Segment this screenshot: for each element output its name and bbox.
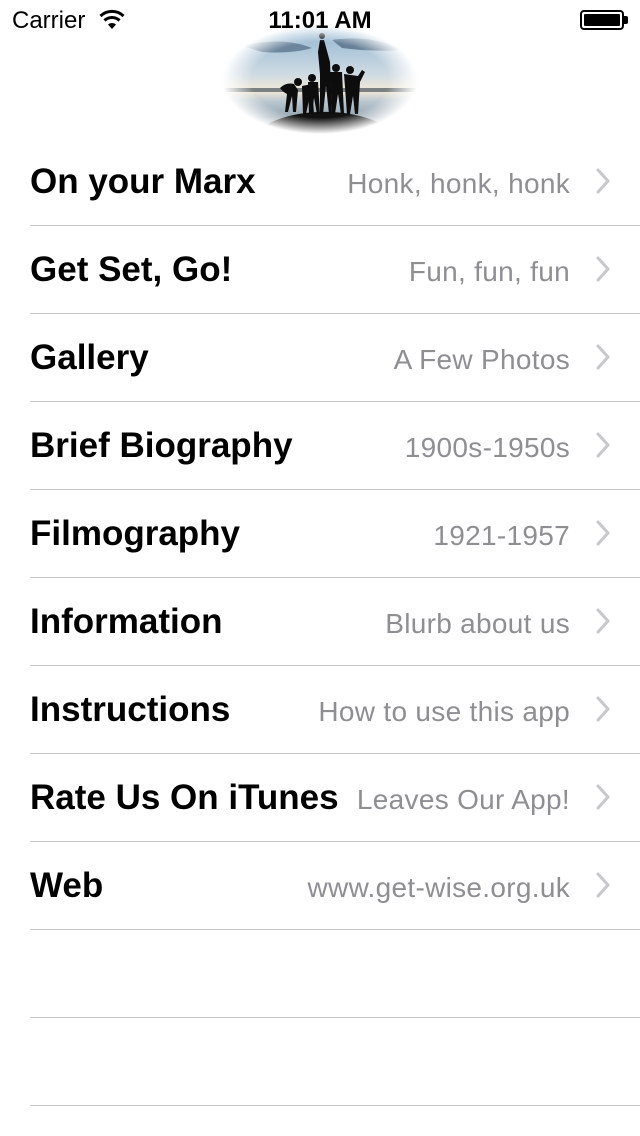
menu-item-detail: 1921-1957 (433, 520, 570, 551)
menu-item-detail: How to use this app (318, 696, 570, 727)
menu-item-information[interactable]: Information Blurb about us (0, 578, 640, 666)
chevron-right-icon (596, 344, 610, 370)
menu-item-title: Brief Biography (30, 426, 293, 465)
empty-table-row (0, 930, 640, 1018)
chevron-right-icon (596, 872, 610, 898)
menu-item-detail: www.get-wise.org.uk (307, 872, 570, 903)
menu-item-title: Instructions (30, 690, 231, 729)
chevron-right-icon (596, 784, 610, 810)
menu-list: On your Marx Honk, honk, honk Get Set, G… (0, 138, 640, 1106)
menu-item-filmography[interactable]: Filmography 1921-1957 (0, 490, 640, 578)
menu-item-rate-us[interactable]: Rate Us On iTunes Leaves Our App! (0, 754, 640, 842)
menu-item-title: Filmography (30, 514, 241, 553)
menu-item-detail: Blurb about us (385, 608, 570, 639)
empty-table-row (0, 1018, 640, 1106)
menu-item-brief-biography[interactable]: Brief Biography 1900s-1950s (0, 402, 640, 490)
menu-item-detail: 1900s-1950s (404, 432, 570, 463)
menu-item-gallery[interactable]: Gallery A Few Photos (0, 314, 640, 402)
menu-item-title: Get Set, Go! (30, 250, 233, 289)
menu-item-title: Rate Us On iTunes (30, 778, 339, 817)
menu-item-detail: A Few Photos (393, 344, 570, 375)
chevron-right-icon (596, 520, 610, 546)
menu-item-web[interactable]: Web www.get-wise.org.uk (0, 842, 640, 930)
group-silhouette-logo (222, 26, 418, 134)
chevron-right-icon (596, 608, 610, 634)
menu-item-title: Information (30, 602, 223, 641)
menu-item-title: Web (30, 866, 104, 905)
menu-item-instructions[interactable]: Instructions How to use this app (0, 666, 640, 754)
menu-item-title: Gallery (30, 338, 149, 377)
menu-item-get-set-go[interactable]: Get Set, Go! Fun, fun, fun (0, 226, 640, 314)
menu-item-on-your-marx[interactable]: On your Marx Honk, honk, honk (0, 138, 640, 226)
menu-item-detail: Fun, fun, fun (408, 256, 570, 287)
menu-item-title: On your Marx (30, 162, 256, 201)
menu-item-detail: Leaves Our App! (356, 784, 570, 815)
chevron-right-icon (596, 696, 610, 722)
battery-icon (580, 10, 628, 30)
chevron-right-icon (596, 256, 610, 282)
chevron-right-icon (596, 432, 610, 458)
menu-item-detail: Honk, honk, honk (347, 168, 570, 199)
chevron-right-icon (596, 168, 610, 194)
